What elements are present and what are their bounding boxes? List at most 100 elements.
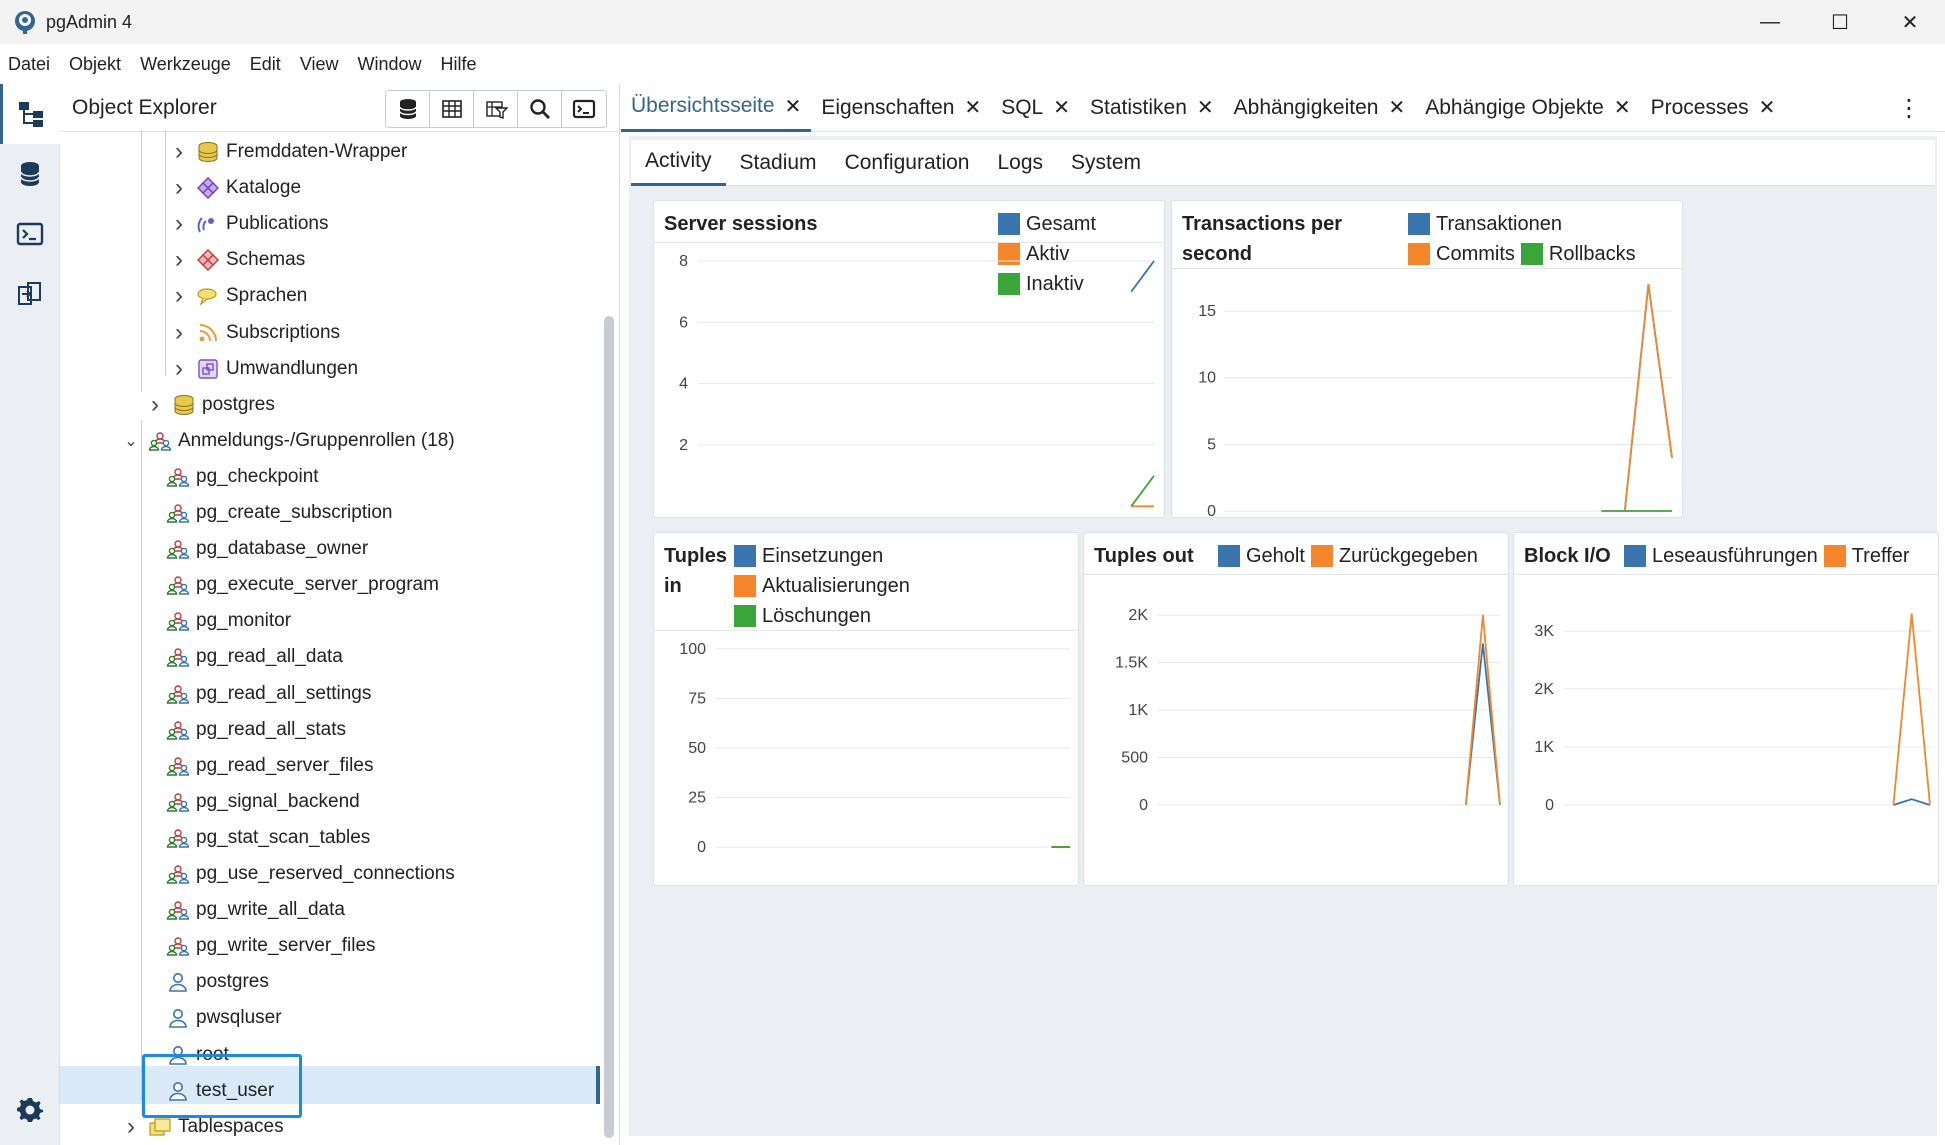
filtered-rows-button[interactable]	[474, 91, 518, 127]
chevron-right-icon[interactable]: ›	[168, 246, 190, 274]
more-options-icon[interactable]: ⋮	[1897, 94, 1921, 123]
subtab-system[interactable]: System	[1057, 140, 1155, 186]
tree-node-pg-read-all-stats[interactable]: pg_read_all_stats	[166, 715, 346, 745]
group-roles-icon-wrapper	[148, 429, 172, 453]
close-tab-icon[interactable]: ✕	[1614, 95, 1631, 120]
tree-guide-line	[165, 130, 166, 375]
series-line	[1464, 643, 1501, 806]
subtab-stadium[interactable]: Stadium	[726, 140, 831, 186]
tree-node-label: pg_create_subscription	[196, 502, 393, 523]
tree-scrollbar[interactable]	[604, 316, 614, 1138]
terminal-icon	[16, 222, 44, 246]
series-line	[1892, 613, 1931, 806]
menu-window[interactable]: Window	[358, 54, 422, 75]
group-role-icon-wrapper	[166, 573, 190, 597]
close-tab-icon[interactable]: ✕	[1197, 95, 1214, 120]
tree-node-publications[interactable]: › Publications	[168, 209, 328, 239]
tab-label: Abhängige Objekte	[1425, 95, 1604, 119]
tab-processes[interactable]: Processes ✕	[1641, 84, 1786, 132]
chevron-right-icon[interactable]: ›	[144, 391, 166, 419]
tree-node-sprachen[interactable]: › Sprachen	[168, 281, 307, 311]
menu-datei[interactable]: Datei	[8, 54, 50, 75]
pgadmin-logo-icon	[15, 11, 35, 34]
settings-rail-button[interactable]	[0, 1079, 60, 1139]
tab-statistiken[interactable]: Statistiken ✕	[1080, 84, 1224, 132]
search-icon	[529, 99, 550, 119]
tree-node-umwandlungen[interactable]: › Umwandlungen	[168, 354, 358, 384]
subtab-configuration[interactable]: Configuration	[831, 140, 984, 186]
tree-node-pg-database-owner[interactable]: pg_database_owner	[166, 534, 368, 564]
tab-abhängigkeiten[interactable]: Abhängigkeiten ✕	[1224, 84, 1416, 132]
tree-node-pg-read-all-data[interactable]: pg_read_all_data	[166, 642, 343, 672]
y-tick-label: 10	[1198, 370, 1216, 387]
tree-node-pg-use-reserved-connections[interactable]: pg_use_reserved_connections	[166, 859, 455, 889]
tree-node-label: Umwandlungen	[226, 357, 359, 379]
tree-node-label: Anmeldungs-/Gruppenrollen (18)	[178, 429, 455, 451]
tree-node-fremddaten-wrapper[interactable]: › Fremddaten-Wrapper	[168, 137, 407, 167]
close-button[interactable]: ✕	[1875, 0, 1945, 44]
publication-icon-wrapper	[196, 212, 220, 236]
chevron-right-icon[interactable]: ›	[120, 1113, 142, 1141]
chevron-right-icon[interactable]: ›	[168, 210, 190, 238]
chevron-right-icon[interactable]: ›	[168, 319, 190, 347]
tree-node-label: Sprachen	[226, 285, 308, 307]
tree-node-pg-write-all-data[interactable]: pg_write_all_data	[166, 895, 345, 925]
tree-node-postgres[interactable]: postgres	[166, 967, 269, 997]
query-tool-button[interactable]	[386, 91, 430, 127]
subtab-activity[interactable]: Activity	[631, 140, 726, 186]
group-role-icon-wrapper	[166, 609, 190, 633]
tree-node-subscriptions[interactable]: › Subscriptions	[168, 318, 340, 348]
series-line	[1893, 798, 1931, 806]
group-role-icon	[166, 504, 190, 523]
chevron-right-icon[interactable]: ›	[168, 355, 190, 383]
schema-diff-rail-button[interactable]	[0, 264, 60, 324]
chevron-right-icon[interactable]: ›	[168, 138, 190, 166]
subtab-logs[interactable]: Logs	[983, 140, 1057, 186]
tree-node-pg-stat-scan-tables[interactable]: pg_stat_scan_tables	[166, 823, 370, 853]
close-tab-icon[interactable]: ✕	[964, 95, 981, 120]
tab-sql[interactable]: SQL ✕	[991, 84, 1080, 132]
tree-node-pg-execute-server-program[interactable]: pg_execute_server_program	[166, 570, 439, 600]
object-explorer-rail-button[interactable]	[0, 84, 60, 144]
view-data-button[interactable]	[430, 91, 474, 127]
close-tab-icon[interactable]: ✕	[1759, 95, 1776, 120]
chart-card-block-i-o: Block I/O Leseausführungen Treffer 3K 2K 1K 0	[1513, 532, 1939, 886]
tree-node-schemas[interactable]: › Schemas	[168, 245, 305, 275]
tree-node-pg-create-subscription[interactable]: pg_create_subscription	[166, 498, 392, 528]
login-role-icon-wrapper	[166, 1006, 190, 1030]
tree-node-pg-read-server-files[interactable]: pg_read_server_files	[166, 751, 373, 781]
group-role-icon-wrapper	[166, 826, 190, 850]
tree-node-pg-signal-backend[interactable]: pg_signal_backend	[166, 787, 360, 817]
close-tab-icon[interactable]: ✕	[1053, 95, 1070, 120]
tree-node-kataloge[interactable]: › Kataloge	[168, 173, 301, 203]
menu-edit[interactable]: Edit	[250, 54, 281, 75]
tree-node-pg-write-server-files[interactable]: pg_write_server_files	[166, 931, 376, 961]
chevron-right-icon[interactable]: ›	[168, 174, 190, 202]
menu-objekt[interactable]: Objekt	[69, 54, 121, 75]
minimize-button[interactable]: —	[1735, 0, 1805, 44]
tab-abhängige-objekte[interactable]: Abhängige Objekte ✕	[1415, 84, 1640, 132]
tree-node-label: pg_read_all_stats	[196, 718, 346, 740]
close-tab-icon[interactable]: ✕	[785, 94, 802, 119]
tab-übersichtsseite[interactable]: Übersichtsseite ✕	[621, 84, 812, 132]
tree-node-anmeldungs-gruppenrollen-18[interactable]: ⌄ Anmeldungs-/Gruppenrollen (18)	[120, 426, 455, 456]
tree-node-pg-checkpoint[interactable]: pg_checkpoint	[166, 462, 319, 492]
tab-eigenschaften[interactable]: Eigenschaften ✕	[811, 84, 991, 132]
chevron-right-icon[interactable]: ›	[168, 282, 190, 310]
chevron-down-icon[interactable]: ⌄	[120, 431, 142, 451]
tree-node-pg-monitor[interactable]: pg_monitor	[166, 606, 291, 636]
tree-node-postgres[interactable]: › postgres	[144, 390, 275, 420]
menu-view[interactable]: View	[300, 54, 339, 75]
query-tool-rail-button[interactable]	[0, 144, 60, 204]
tree-node-pwsqluser[interactable]: pwsqluser	[166, 1003, 282, 1033]
tree-node-pg-read-all-settings[interactable]: pg_read_all_settings	[166, 679, 371, 709]
menu-hilfe[interactable]: Hilfe	[441, 54, 477, 75]
group-role-icon	[166, 901, 190, 920]
search-objects-button[interactable]	[518, 91, 562, 127]
psql-rail-button[interactable]	[0, 204, 60, 264]
y-tick-label: 1K	[1534, 739, 1554, 756]
menu-werkzeuge[interactable]: Werkzeuge	[140, 54, 231, 75]
psql-tool-button[interactable]	[562, 91, 606, 127]
maximize-button[interactable]: ☐	[1805, 0, 1875, 44]
close-tab-icon[interactable]: ✕	[1388, 95, 1405, 120]
